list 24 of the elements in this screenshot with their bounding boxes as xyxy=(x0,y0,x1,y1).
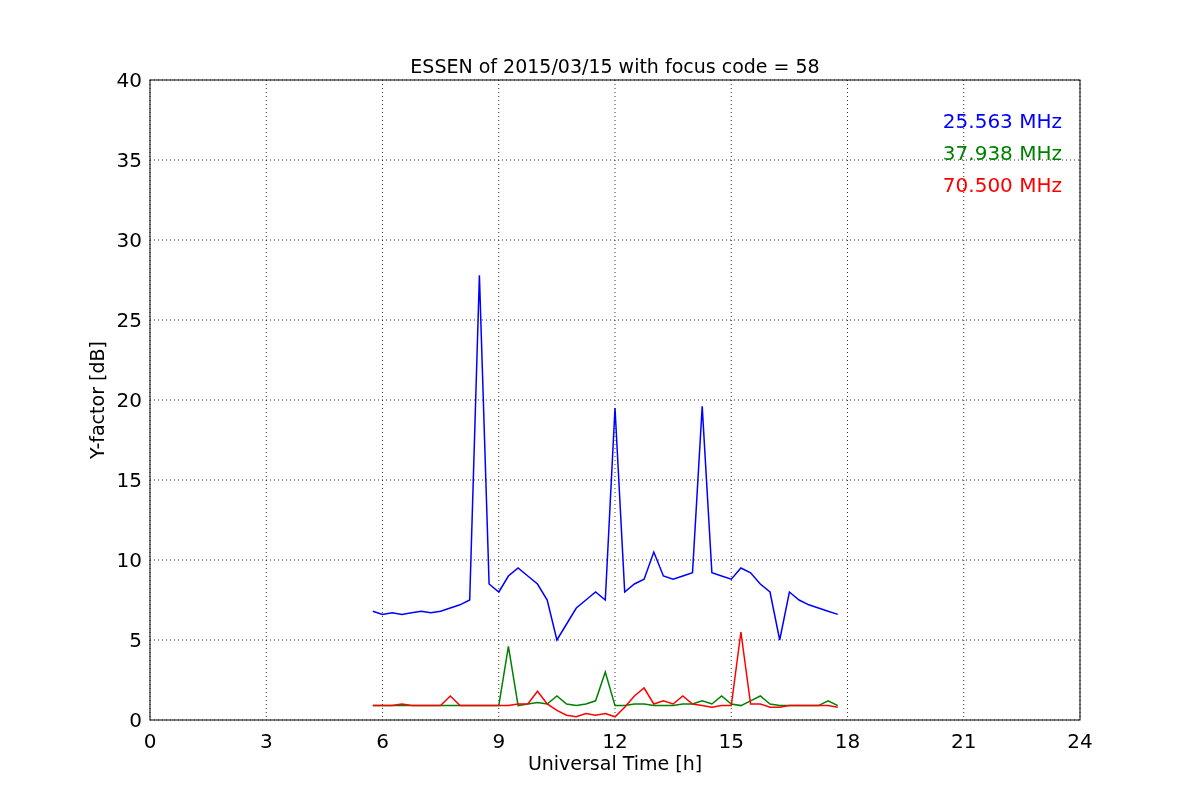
tick-label: 0 xyxy=(129,708,142,732)
tick-label: 30 xyxy=(116,228,142,252)
legend-label: 25.563 MHz xyxy=(942,109,1062,133)
chart-title: ESSEN of 2015/03/15 with focus code = 58 xyxy=(410,55,820,77)
legend-label: 70.500 MHz xyxy=(942,173,1062,197)
tick-label: 5 xyxy=(129,628,142,652)
tick-label: 0 xyxy=(143,729,157,753)
tick-label: 15 xyxy=(116,468,142,492)
tick-label: 15 xyxy=(718,729,744,753)
tick-label: 25 xyxy=(116,308,142,332)
tick-label: 40 xyxy=(116,68,142,92)
tick-label: 24 xyxy=(1067,729,1093,753)
tick-label: 18 xyxy=(834,729,861,753)
tick-label: 35 xyxy=(116,148,142,172)
tick-label: 12 xyxy=(602,729,628,753)
tick-label: 9 xyxy=(492,729,506,753)
legend-label: 37.938 MHz xyxy=(942,141,1062,165)
tick-label: 6 xyxy=(376,729,389,753)
tick-label: 21 xyxy=(951,729,977,753)
tick-label: 10 xyxy=(116,548,142,572)
tick-label: 20 xyxy=(116,388,142,412)
y-axis-label: Y-factor [dB] xyxy=(86,341,108,459)
tick-label: 3 xyxy=(259,729,273,753)
x-axis-label: Universal Time [h] xyxy=(527,752,703,774)
